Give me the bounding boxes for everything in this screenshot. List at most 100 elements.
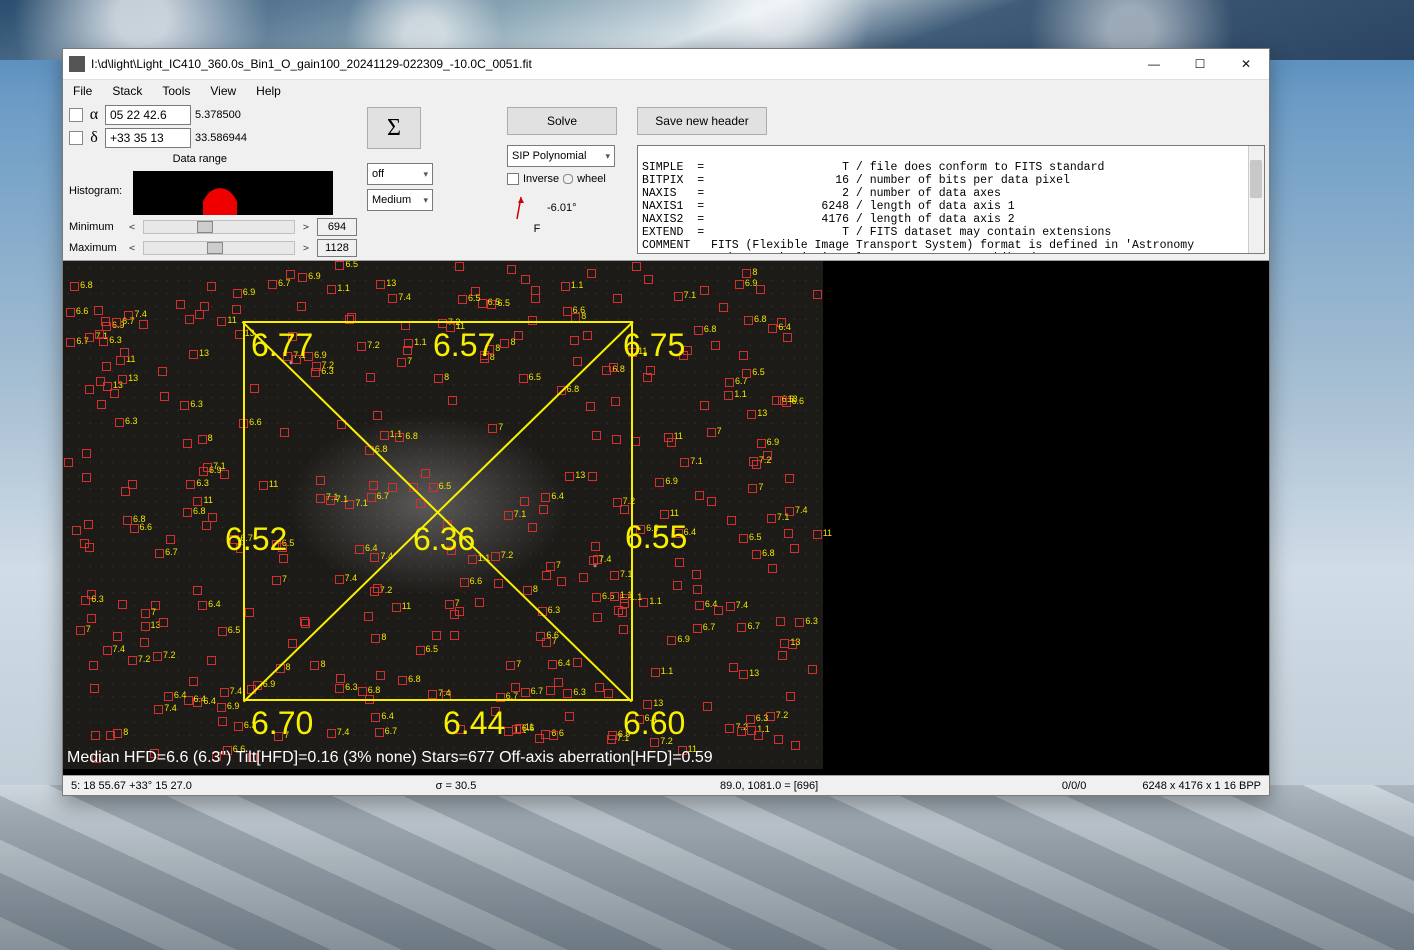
- maximize-button[interactable]: ☐: [1177, 49, 1223, 79]
- max-inc-button[interactable]: >: [299, 243, 313, 254]
- maximum-value[interactable]: 1128: [317, 239, 357, 257]
- maximum-slider[interactable]: [143, 241, 295, 255]
- star-box: [298, 273, 307, 282]
- star-box: [371, 713, 380, 722]
- star-box: [725, 724, 734, 733]
- star-box: [778, 651, 787, 660]
- stretch-select[interactable]: off▾: [367, 163, 433, 185]
- star-box: [375, 728, 384, 737]
- star-box: [158, 367, 167, 376]
- hfd-bottom-center: 6.44: [443, 705, 505, 742]
- star-box: [85, 385, 94, 394]
- rotation-angle: -6.01°: [547, 202, 576, 214]
- star-box: [780, 639, 789, 648]
- titlebar: I:\d\light\Light_IC410_360.0s_Bin1_O_gai…: [63, 49, 1269, 79]
- star-box: [94, 306, 103, 315]
- alpha-input[interactable]: [105, 105, 191, 125]
- star-box: [202, 521, 211, 530]
- menu-stack[interactable]: Stack: [108, 82, 146, 100]
- star-box: [115, 418, 124, 427]
- star-hfd-label: 7.4: [230, 686, 243, 696]
- star-box: [76, 626, 85, 635]
- star-box: [790, 544, 799, 553]
- star-box: [651, 668, 660, 677]
- star-hfd-label: 6.3: [756, 713, 769, 723]
- inverse-checkbox[interactable]: [507, 173, 519, 185]
- star-box: [737, 727, 746, 736]
- menu-view[interactable]: View: [206, 82, 240, 100]
- star-box: [783, 333, 792, 342]
- star-box: [388, 294, 397, 303]
- histogram[interactable]: [133, 171, 333, 215]
- star-box: [531, 294, 540, 303]
- star-box: [700, 401, 709, 410]
- max-dec-button[interactable]: <: [125, 243, 139, 254]
- star-box: [118, 600, 127, 609]
- delta-decimal: 33.586944: [195, 132, 253, 144]
- star-box: [335, 261, 344, 270]
- star-box: [694, 326, 703, 335]
- nav-next-icon[interactable]: [69, 131, 83, 145]
- star-hfd-label: 6.7: [385, 726, 398, 736]
- star-box: [80, 539, 89, 548]
- star-hfd-label: 6.5: [488, 297, 501, 307]
- star-hfd-label: 7.4: [337, 727, 350, 737]
- star-hfd-label: 1.1: [661, 666, 674, 676]
- star-hfd-label: 6.4: [194, 694, 207, 704]
- menu-tools[interactable]: Tools: [158, 82, 194, 100]
- star-hfd-label: 6.3: [109, 335, 122, 345]
- star-hfd-label: 8: [581, 311, 586, 321]
- star-hfd-label: 7.2: [759, 455, 772, 465]
- solve-button[interactable]: Solve: [507, 107, 617, 135]
- star-box: [220, 688, 229, 697]
- star-hfd-label: 7.4: [736, 600, 749, 610]
- minimum-slider[interactable]: [143, 220, 295, 234]
- star-hfd-label: 6.7: [278, 278, 291, 288]
- star-box: [82, 473, 91, 482]
- star-box: [675, 558, 684, 567]
- star-box: [183, 439, 192, 448]
- star-box: [166, 535, 175, 544]
- star-hfd-label: 6.9: [745, 278, 758, 288]
- close-button[interactable]: ✕: [1223, 49, 1269, 79]
- star-hfd-label: 7.4: [398, 292, 411, 302]
- star-box: [97, 400, 106, 409]
- image-viewer[interactable]: 6.3 6.8 7.1 7.4 6.7 6.6 11 13 6.5 6.9 7.2 6.4 7 8 1.1 6…: [63, 261, 1269, 775]
- star-hfd-label: 7.1: [690, 456, 703, 466]
- delta-input[interactable]: [105, 128, 191, 148]
- min-inc-button[interactable]: >: [299, 222, 313, 233]
- star-box: [587, 269, 596, 278]
- quality-select[interactable]: Medium▾: [367, 189, 433, 211]
- star-box: [70, 282, 79, 291]
- status-position: 5: 18 55.67 +33° 15 27.0: [63, 780, 200, 792]
- star-hfd-label: 6.7: [747, 621, 760, 631]
- star-hfd-label: 6.6: [522, 723, 535, 733]
- fits-header-pane[interactable]: SIMPLE = T / file does conform to FITS s…: [637, 145, 1265, 254]
- star-box: [113, 632, 122, 641]
- star-hfd-label: 7: [86, 624, 91, 634]
- star-box: [725, 378, 734, 387]
- star-box: [180, 401, 189, 410]
- star-hfd-label: 1.1: [649, 596, 662, 606]
- minimize-button[interactable]: —: [1131, 49, 1177, 79]
- star-box: [703, 702, 712, 711]
- star-hfd-label: 11: [203, 495, 212, 505]
- star-hfd-label: 6.7: [122, 316, 135, 326]
- save-header-button[interactable]: Save new header: [637, 107, 767, 135]
- menu-file[interactable]: File: [69, 82, 96, 100]
- fits-scrollbar[interactable]: [1248, 146, 1264, 253]
- main-window: I:\d\light\Light_IC410_360.0s_Bin1_O_gai…: [62, 48, 1270, 796]
- nav-prev-icon[interactable]: [69, 108, 83, 122]
- star-box: [644, 275, 653, 284]
- star-hfd-label: 13: [199, 348, 209, 358]
- star-box: [613, 294, 622, 303]
- star-box: [218, 717, 227, 726]
- minimum-value[interactable]: 694: [317, 218, 357, 236]
- menu-help[interactable]: Help: [252, 82, 285, 100]
- min-dec-button[interactable]: <: [125, 222, 139, 233]
- sip-select[interactable]: SIP Polynomial▾: [507, 145, 615, 167]
- sigma-button[interactable]: Σ: [367, 107, 421, 149]
- inverse-label: Inverse: [523, 173, 559, 185]
- star-box: [767, 514, 776, 523]
- star-hfd-label: 6.8: [193, 506, 206, 516]
